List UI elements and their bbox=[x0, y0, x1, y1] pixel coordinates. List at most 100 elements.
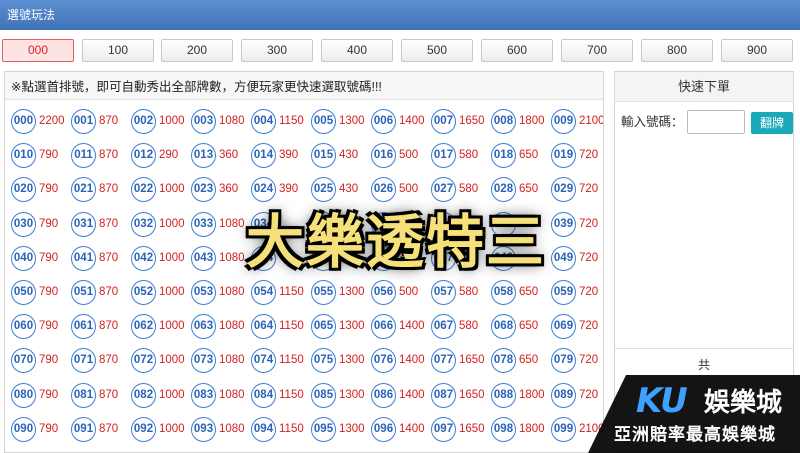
number-ball[interactable]: 066 bbox=[371, 314, 396, 339]
number-cell[interactable]: 032 1000 bbox=[126, 212, 186, 238]
number-cell[interactable]: 018 650 bbox=[486, 143, 546, 169]
number-ball[interactable]: 053 bbox=[191, 280, 216, 305]
number-cell[interactable]: 014 390 bbox=[246, 143, 306, 169]
number-cell[interactable]: 058 650 bbox=[486, 280, 546, 306]
number-ball[interactable]: 063 bbox=[191, 314, 216, 339]
number-ball[interactable]: 099 bbox=[551, 417, 576, 442]
number-input[interactable] bbox=[687, 110, 745, 134]
number-ball[interactable]: 027 bbox=[431, 177, 456, 202]
number-cell[interactable]: 020 790 bbox=[6, 177, 66, 203]
number-ball[interactable]: 019 bbox=[551, 143, 576, 168]
number-cell[interactable]: 002 1000 bbox=[126, 109, 186, 135]
number-cell[interactable]: 096 1400 bbox=[366, 417, 426, 443]
number-cell[interactable]: 028 650 bbox=[486, 177, 546, 203]
number-cell[interactable]: 073 1080 bbox=[186, 348, 246, 374]
number-ball[interactable]: 072 bbox=[131, 348, 156, 373]
number-cell[interactable]: 052 1000 bbox=[126, 280, 186, 306]
number-ball[interactable]: 007 bbox=[431, 109, 456, 134]
number-ball[interactable]: 079 bbox=[551, 348, 576, 373]
number-cell[interactable]: 057 580 bbox=[426, 280, 486, 306]
number-cell[interactable]: 005 1300 bbox=[306, 109, 366, 135]
number-cell[interactable]: 029 720 bbox=[546, 177, 603, 203]
number-ball[interactable]: 070 bbox=[11, 348, 36, 373]
number-ball[interactable]: 077 bbox=[431, 348, 456, 373]
number-cell[interactable]: 064 1150 bbox=[246, 314, 306, 340]
number-cell[interactable]: 095 1300 bbox=[306, 417, 366, 443]
number-ball[interactable]: 089 bbox=[551, 383, 576, 408]
number-ball[interactable]: 040 bbox=[11, 246, 36, 271]
number-cell[interactable]: 006 1400 bbox=[366, 109, 426, 135]
number-ball[interactable]: 022 bbox=[131, 177, 156, 202]
number-ball[interactable]: 081 bbox=[71, 383, 96, 408]
number-ball[interactable]: 001 bbox=[71, 109, 96, 134]
number-cell[interactable]: 015 430 bbox=[306, 143, 366, 169]
number-ball[interactable]: 073 bbox=[191, 348, 216, 373]
number-ball[interactable]: 032 bbox=[131, 212, 156, 237]
number-ball[interactable]: 021 bbox=[71, 177, 96, 202]
number-cell[interactable]: 066 1400 bbox=[366, 314, 426, 340]
tab-500[interactable]: 500 bbox=[401, 39, 473, 62]
number-cell[interactable]: 054 1150 bbox=[246, 280, 306, 306]
number-ball[interactable]: 014 bbox=[251, 143, 276, 168]
tab-100[interactable]: 100 bbox=[82, 39, 154, 62]
number-cell[interactable]: 088 1800 bbox=[486, 383, 546, 409]
number-ball[interactable]: 092 bbox=[131, 417, 156, 442]
number-ball[interactable]: 012 bbox=[131, 143, 156, 168]
tab-400[interactable]: 400 bbox=[321, 39, 393, 62]
tab-900[interactable]: 900 bbox=[721, 39, 793, 62]
number-ball[interactable]: 075 bbox=[311, 348, 336, 373]
number-ball[interactable]: 065 bbox=[311, 314, 336, 339]
number-ball[interactable]: 096 bbox=[371, 417, 396, 442]
number-ball[interactable]: 015 bbox=[311, 143, 336, 168]
number-cell[interactable]: 081 870 bbox=[66, 383, 126, 409]
number-cell[interactable]: 055 1300 bbox=[306, 280, 366, 306]
number-cell[interactable]: 071 870 bbox=[66, 348, 126, 374]
number-ball[interactable]: 033 bbox=[191, 212, 216, 237]
number-cell[interactable]: 059 720 bbox=[546, 280, 603, 306]
number-ball[interactable]: 094 bbox=[251, 417, 276, 442]
tab-800[interactable]: 800 bbox=[641, 39, 713, 62]
number-cell[interactable]: 062 1000 bbox=[126, 314, 186, 340]
tab-300[interactable]: 300 bbox=[241, 39, 313, 62]
number-cell[interactable]: 001 870 bbox=[66, 109, 126, 135]
flip-button[interactable]: 翻牌 bbox=[751, 112, 793, 134]
number-ball[interactable]: 006 bbox=[371, 109, 396, 134]
number-ball[interactable]: 061 bbox=[71, 314, 96, 339]
number-ball[interactable]: 011 bbox=[71, 143, 96, 168]
number-ball[interactable]: 067 bbox=[431, 314, 456, 339]
number-ball[interactable]: 004 bbox=[251, 109, 276, 134]
number-ball[interactable]: 054 bbox=[251, 280, 276, 305]
number-cell[interactable]: 023 360 bbox=[186, 177, 246, 203]
number-cell[interactable]: 080 790 bbox=[6, 383, 66, 409]
number-cell[interactable]: 051 870 bbox=[66, 280, 126, 306]
number-cell[interactable]: 092 1000 bbox=[126, 417, 186, 443]
number-ball[interactable]: 071 bbox=[71, 348, 96, 373]
number-ball[interactable]: 082 bbox=[131, 383, 156, 408]
number-cell[interactable]: 060 790 bbox=[6, 314, 66, 340]
number-cell[interactable]: 074 1150 bbox=[246, 348, 306, 374]
number-ball[interactable]: 030 bbox=[11, 212, 36, 237]
number-cell[interactable]: 067 580 bbox=[426, 314, 486, 340]
number-ball[interactable]: 095 bbox=[311, 417, 336, 442]
number-ball[interactable]: 024 bbox=[251, 177, 276, 202]
number-cell[interactable]: 069 720 bbox=[546, 314, 603, 340]
tab-600[interactable]: 600 bbox=[481, 39, 553, 62]
number-ball[interactable]: 084 bbox=[251, 383, 276, 408]
number-cell[interactable]: 008 1800 bbox=[486, 109, 546, 135]
number-ball[interactable]: 080 bbox=[11, 383, 36, 408]
number-ball[interactable]: 031 bbox=[71, 212, 96, 237]
number-ball[interactable]: 017 bbox=[431, 143, 456, 168]
number-cell[interactable]: 056 500 bbox=[366, 280, 426, 306]
number-cell[interactable]: 076 1400 bbox=[366, 348, 426, 374]
number-cell[interactable]: 017 580 bbox=[426, 143, 486, 169]
number-ball[interactable]: 069 bbox=[551, 314, 576, 339]
number-ball[interactable]: 042 bbox=[131, 246, 156, 271]
number-ball[interactable]: 026 bbox=[371, 177, 396, 202]
number-cell[interactable]: 070 790 bbox=[6, 348, 66, 374]
number-cell[interactable]: 003 1080 bbox=[186, 109, 246, 135]
tab-700[interactable]: 700 bbox=[561, 39, 633, 62]
tab-000[interactable]: 000 bbox=[2, 39, 74, 62]
number-cell[interactable]: 079 720 bbox=[546, 348, 603, 374]
number-cell[interactable]: 009 2100 bbox=[546, 109, 603, 135]
number-ball[interactable]: 060 bbox=[11, 314, 36, 339]
